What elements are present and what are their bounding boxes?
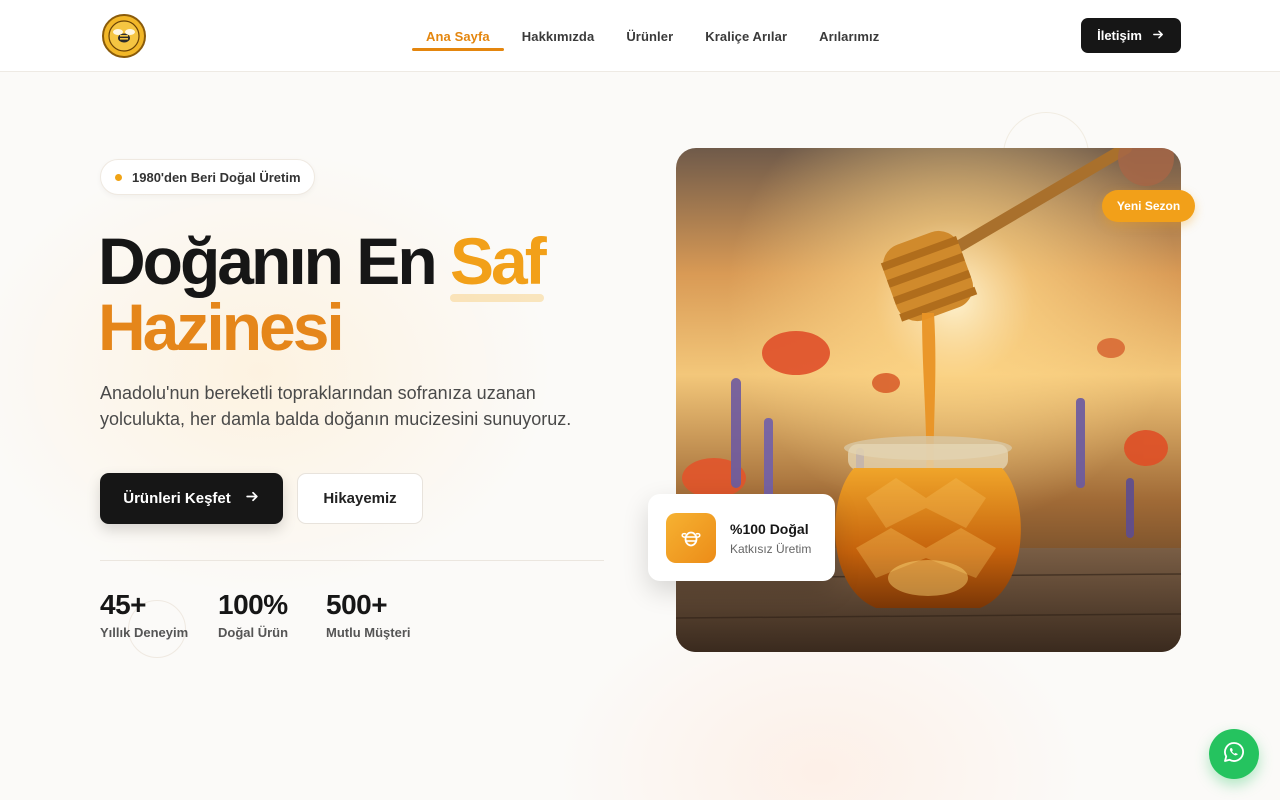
hero-title-part1: Doğanın En xyxy=(98,224,450,298)
new-season-badge: Yeni Sezon xyxy=(1102,190,1195,222)
nav-item-ana-sayfa[interactable]: Ana Sayfa xyxy=(410,0,506,72)
contact-button[interactable]: İletişim xyxy=(1081,18,1181,53)
new-season-label: Yeni Sezon xyxy=(1116,199,1181,213)
badge-text: 1980'den Beri Doğal Üretim xyxy=(132,169,301,185)
hero-description: Anadolu'nun bereketli topraklarından sof… xyxy=(100,383,572,429)
nav-item-arilarimiz[interactable]: Arılarımız xyxy=(803,0,895,72)
stat-customers: 500+ Mutlu Müşteri xyxy=(326,589,411,640)
stat-label: Mutlu Müşteri xyxy=(326,625,411,640)
natural-card-title: %100 Doğal xyxy=(730,521,809,537)
natural-card-subtitle: Katkısız Üretim xyxy=(730,542,812,556)
stat-value: 500+ xyxy=(326,589,388,620)
our-story-button[interactable]: Hikayemiz xyxy=(297,473,423,524)
stat-natural: 100% Doğal Ürün xyxy=(218,589,288,640)
site-header: Ana Sayfa Hakkımızda Ürünler Kraliçe Arı… xyxy=(0,0,1280,72)
main-nav: Ana Sayfa Hakkımızda Ürünler Kraliçe Arı… xyxy=(410,0,895,72)
hero-title-accent: Saf xyxy=(449,224,547,298)
hero-title-part2: Hazinesi xyxy=(98,290,345,364)
arrow-right-icon xyxy=(1152,28,1165,44)
explore-products-button[interactable]: Ürünleri Keşfet xyxy=(100,473,283,524)
natural-production-card: %100 Doğal Katkısız Üretim xyxy=(648,494,835,581)
stat-label: Yıllık Deneyim xyxy=(100,625,189,640)
stat-value: 45+ xyxy=(100,589,147,620)
contact-button-label: İletişim xyxy=(1097,28,1142,43)
stat-label: Doğal Ürün xyxy=(218,625,289,640)
bee-logo-icon[interactable] xyxy=(102,14,146,58)
badge-dot xyxy=(115,173,122,181)
arrow-right-icon xyxy=(245,489,260,508)
nav-item-kralice-arilar[interactable]: Kraliçe Arılar xyxy=(689,0,803,72)
nav-item-urunler[interactable]: Ürünler xyxy=(610,0,689,72)
explore-products-label: Ürünleri Keşfet xyxy=(123,490,231,507)
bee-icon xyxy=(666,513,716,563)
hero-title: Doğanın En Saf Hazinesi xyxy=(98,228,658,360)
heritage-badge: 1980'den Beri Doğal Üretim xyxy=(100,159,315,195)
whatsapp-button[interactable] xyxy=(1209,729,1259,779)
stat-experience: 45+ Yıllık Deneyim xyxy=(100,589,188,640)
our-story-label: Hikayemiz xyxy=(323,490,397,507)
whatsapp-icon xyxy=(1222,740,1246,769)
stat-value: 100% xyxy=(218,589,288,620)
stats-divider xyxy=(100,560,604,561)
nav-item-hakkimizda[interactable]: Hakkımızda xyxy=(506,0,611,72)
